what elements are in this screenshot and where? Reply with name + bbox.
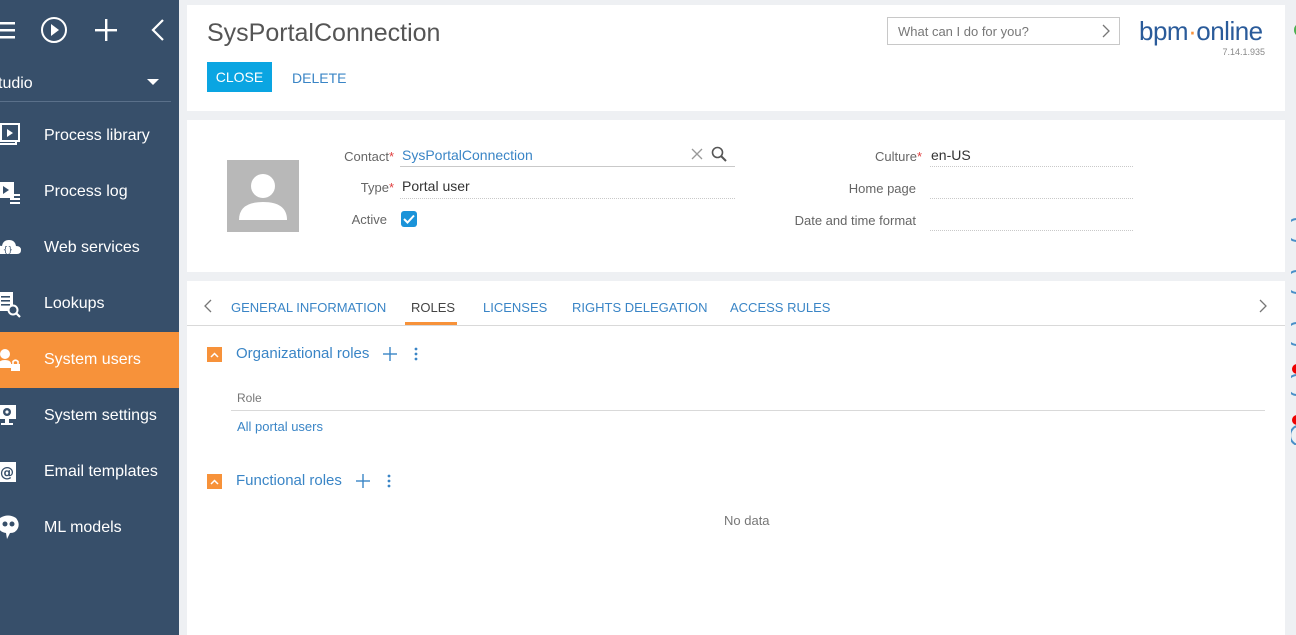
workplace-selector[interactable]: tudio bbox=[0, 66, 171, 102]
command-line-input[interactable]: What can I do for you? bbox=[887, 17, 1120, 45]
command-line-placeholder: What can I do for you? bbox=[898, 23, 1029, 39]
required-mark: * bbox=[916, 149, 922, 164]
culture-label: Culture* bbox=[787, 149, 922, 164]
sidebar-top-toolbar bbox=[0, 0, 179, 60]
add-functional-role-icon[interactable] bbox=[356, 472, 370, 492]
sidebar-nav: Process library Process log {} Web servi… bbox=[0, 108, 179, 556]
run-process-icon[interactable] bbox=[39, 13, 69, 47]
ml-models-icon bbox=[0, 514, 22, 542]
hamburger-menu-icon[interactable] bbox=[0, 13, 16, 47]
right-panel-edge-icon[interactable] bbox=[1291, 20, 1296, 40]
bpmonline-logo: bpm·online bbox=[1139, 16, 1263, 47]
required-mark: * bbox=[388, 149, 394, 164]
system-settings-icon bbox=[0, 402, 22, 430]
sidebar-item-ml-models[interactable]: ML models bbox=[0, 500, 179, 556]
logo-text-bpm: bpm bbox=[1139, 16, 1189, 46]
sidebar-item-label: System settings bbox=[44, 407, 157, 424]
clear-icon[interactable] bbox=[690, 147, 704, 166]
tab-general-information[interactable]: GENERAL INFORMATION bbox=[231, 300, 386, 315]
more-actions-icon[interactable] bbox=[387, 474, 391, 493]
contact-label-text: Contact bbox=[344, 149, 389, 164]
sidebar-item-label: Email templates bbox=[44, 463, 158, 480]
chevron-right-icon[interactable] bbox=[1102, 24, 1110, 41]
chevron-right-icon[interactable] bbox=[1259, 299, 1267, 318]
communication-panel-edge-icon[interactable] bbox=[1285, 215, 1296, 450]
sidebar-item-label: Process log bbox=[44, 183, 128, 200]
page-title: SysPortalConnection bbox=[207, 19, 441, 47]
table-row[interactable]: All portal users bbox=[237, 419, 323, 434]
chevron-left-icon[interactable] bbox=[204, 299, 212, 318]
collapse-back-icon[interactable] bbox=[148, 13, 168, 47]
search-icon[interactable] bbox=[711, 146, 727, 167]
active-checkbox[interactable] bbox=[401, 211, 417, 227]
sidebar: tudio Process library Process log {} Web… bbox=[0, 0, 179, 635]
home-page-label: Home page bbox=[848, 181, 916, 196]
sidebar-item-lookups[interactable]: Lookups bbox=[0, 276, 179, 332]
type-field-underline bbox=[400, 198, 735, 199]
type-label: Type* bbox=[317, 180, 394, 195]
collapse-functional-roles-icon[interactable] bbox=[207, 474, 222, 489]
chevron-down-icon bbox=[147, 79, 159, 85]
contact-label: Contact* bbox=[317, 149, 394, 164]
organizational-roles-title[interactable]: Organizational roles bbox=[236, 345, 369, 362]
culture-field-underline bbox=[930, 166, 1133, 167]
culture-field-value[interactable]: en-US bbox=[931, 147, 971, 163]
svg-text:{}: {} bbox=[3, 245, 13, 254]
type-label-text: Type bbox=[360, 180, 389, 195]
collapse-organizational-roles-icon[interactable] bbox=[207, 347, 222, 362]
datetime-format-label: Date and time format bbox=[794, 213, 916, 228]
contact-field-underline bbox=[400, 166, 735, 167]
workplace-label: tudio bbox=[0, 74, 33, 92]
delete-button[interactable]: DELETE bbox=[292, 70, 346, 86]
tab-licenses[interactable]: LICENSES bbox=[483, 300, 547, 315]
home-page-field-underline bbox=[930, 198, 1133, 199]
add-icon[interactable] bbox=[94, 13, 118, 47]
tab-bar: GENERAL INFORMATION ROLES LICENSES RIGHT… bbox=[187, 281, 1285, 326]
logo-text-online: online bbox=[1196, 16, 1263, 46]
required-mark: * bbox=[388, 180, 394, 195]
web-services-icon: {} bbox=[0, 234, 22, 262]
user-profile-card: Contact* SysPortalConnection Type* Porta… bbox=[187, 120, 1285, 272]
svg-text:@: @ bbox=[0, 465, 14, 481]
process-library-icon bbox=[0, 122, 22, 150]
type-field-value[interactable]: Portal user bbox=[402, 178, 470, 194]
functional-roles-title[interactable]: Functional roles bbox=[236, 472, 342, 489]
sidebar-item-email-templates[interactable]: @ Email templates bbox=[0, 444, 179, 500]
add-organizational-role-icon[interactable] bbox=[383, 345, 397, 365]
page-header: SysPortalConnection CLOSE DELETE What ca… bbox=[187, 5, 1285, 111]
tab-roles[interactable]: ROLES bbox=[411, 300, 455, 315]
tab-rights-delegation[interactable]: RIGHTS DELEGATION bbox=[572, 300, 708, 315]
active-label: Active bbox=[351, 212, 387, 227]
sidebar-item-label: ML models bbox=[44, 519, 122, 536]
no-data-message: No data bbox=[724, 513, 770, 528]
sidebar-item-web-services[interactable]: {} Web services bbox=[0, 220, 179, 276]
user-avatar[interactable] bbox=[227, 160, 299, 232]
datetime-format-field-underline bbox=[930, 230, 1133, 231]
sidebar-item-label: Lookups bbox=[44, 295, 105, 312]
email-templates-icon: @ bbox=[0, 458, 22, 486]
sidebar-item-process-log[interactable]: Process log bbox=[0, 164, 179, 220]
more-actions-icon[interactable] bbox=[414, 347, 418, 366]
version-label: 7.14.1.935 bbox=[1222, 47, 1265, 57]
system-users-icon bbox=[0, 346, 22, 374]
contact-field-value[interactable]: SysPortalConnection bbox=[402, 147, 533, 163]
active-tab-indicator bbox=[405, 322, 457, 325]
culture-label-text: Culture bbox=[875, 149, 917, 164]
sidebar-item-label: System users bbox=[44, 351, 141, 368]
column-header-divider bbox=[231, 410, 1265, 411]
detail-tabs-panel: GENERAL INFORMATION ROLES LICENSES RIGHT… bbox=[187, 281, 1285, 635]
tab-access-rules[interactable]: ACCESS RULES bbox=[730, 300, 830, 315]
sidebar-item-system-users[interactable]: System users bbox=[0, 332, 179, 388]
column-header-role[interactable]: Role bbox=[237, 391, 262, 405]
sidebar-item-label: Web services bbox=[44, 239, 140, 256]
process-log-icon bbox=[0, 178, 22, 206]
lookups-icon bbox=[0, 290, 22, 318]
sidebar-item-system-settings[interactable]: System settings bbox=[0, 388, 179, 444]
sidebar-item-label: Process library bbox=[44, 127, 150, 144]
close-button[interactable]: CLOSE bbox=[207, 62, 272, 92]
sidebar-item-process-library[interactable]: Process library bbox=[0, 108, 179, 164]
